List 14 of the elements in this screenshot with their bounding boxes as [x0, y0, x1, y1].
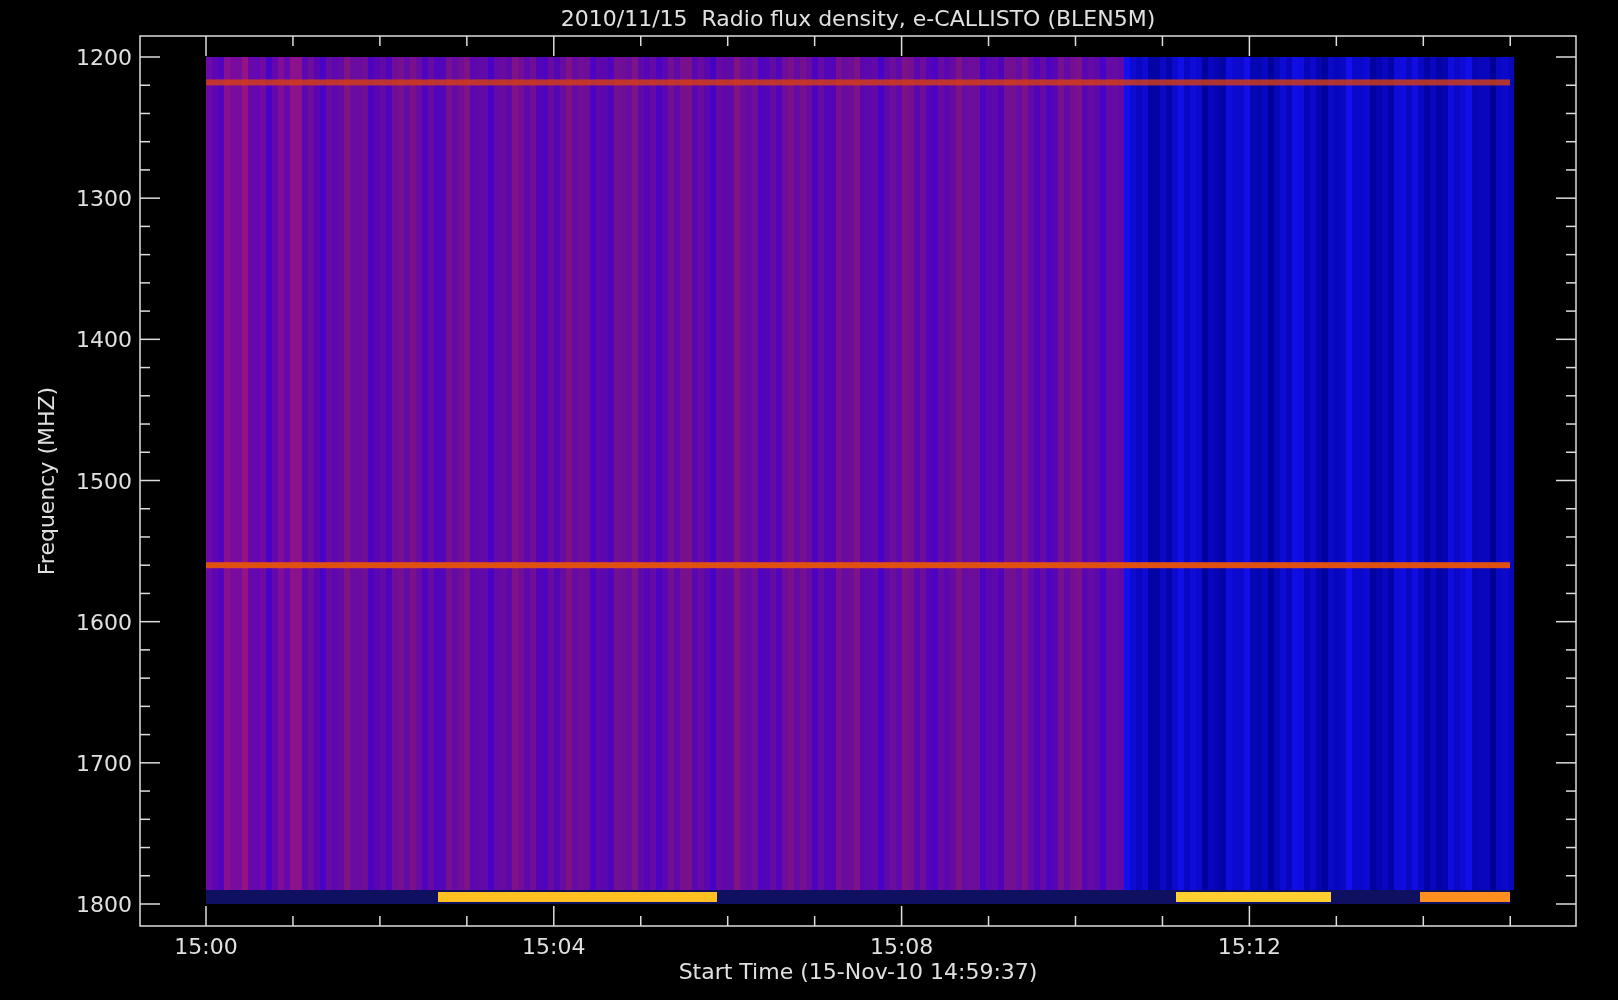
y-tick-label: 1600 — [76, 609, 132, 635]
y-tick-label: 1800 — [76, 892, 132, 917]
chart-title: 2010/11/15 Radio flux density, e-CALLISTO (BLEN5M) — [560, 6, 1156, 31]
y-axis-label: Frequency (MHZ) — [34, 386, 59, 576]
x-tick-label: 15:12 — [1217, 934, 1282, 959]
y-tick-label: 1300 — [76, 186, 132, 212]
y-tick-label: 1700 — [76, 750, 132, 776]
y-tick-label: 1500 — [76, 468, 132, 494]
x-tick-label: 15:08 — [869, 934, 934, 959]
x-tick-label: 15:04 — [522, 934, 586, 959]
y-tick-label: 1200 — [76, 45, 132, 70]
x-tick-label: 15:00 — [174, 934, 238, 959]
y-tick-label: 1400 — [76, 327, 132, 353]
x-axis-label: Start Time (15-Nov-10 14:59:37) — [678, 959, 1038, 984]
